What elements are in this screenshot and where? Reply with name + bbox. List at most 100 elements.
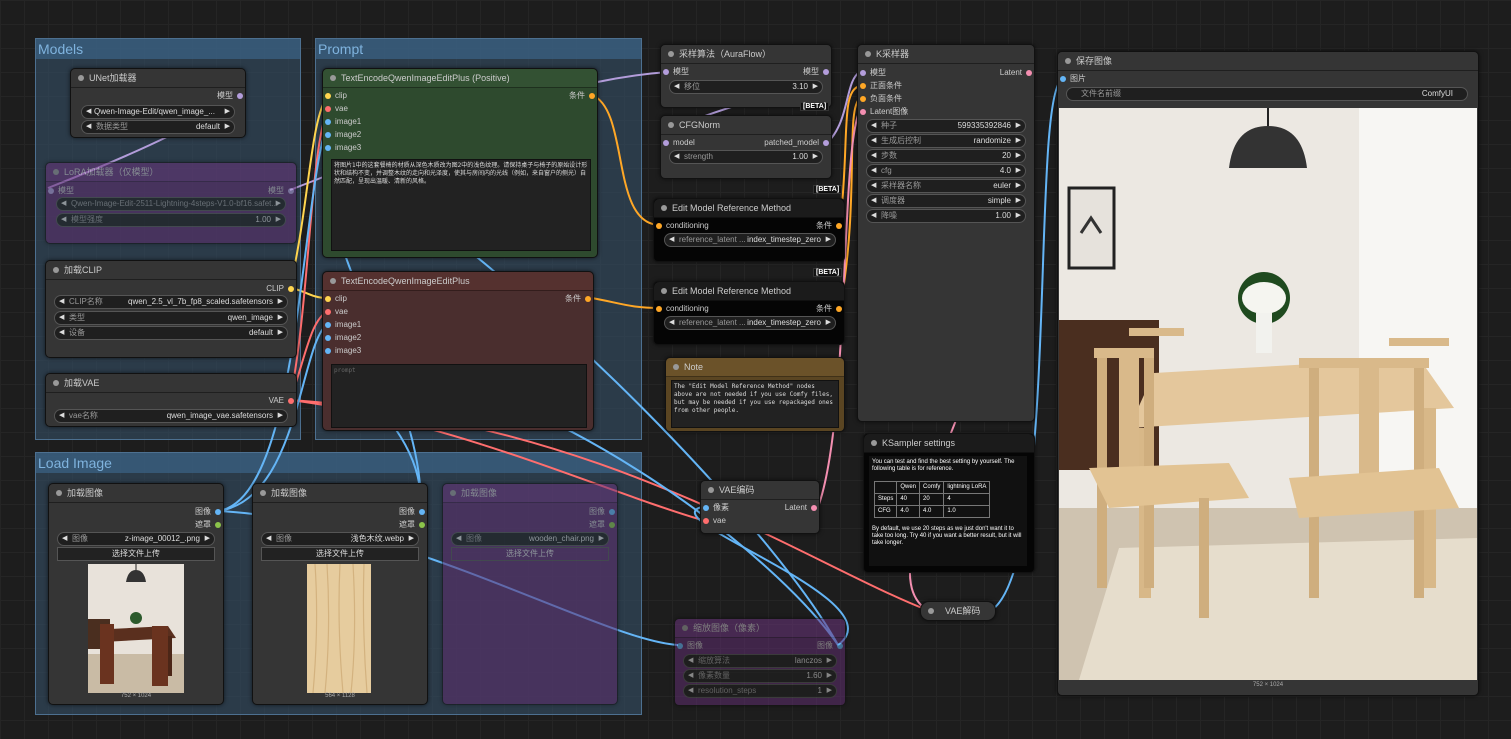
output-conditioning[interactable]: 条件 — [816, 303, 844, 315]
output-image[interactable]: 图像 — [589, 506, 617, 518]
node-ksampler-settings[interactable]: KSampler settings You can test and find … — [863, 433, 1035, 573]
widget-resolution-steps[interactable]: ◀ resolution_steps 1 ▶ — [683, 684, 837, 698]
output-mask[interactable]: 遮罩 — [195, 519, 223, 531]
node-vae-decode[interactable]: VAE解码 — [920, 601, 996, 621]
input-image3[interactable]: image3 — [323, 142, 361, 154]
input-image1[interactable]: image1 — [323, 116, 361, 128]
node-vae-encode[interactable]: VAE编码 像素 vae Latent — [700, 480, 820, 534]
port-label: image2 — [335, 333, 362, 342]
input-latent-image[interactable]: Latent图像 — [858, 106, 908, 118]
widget-clip-type[interactable]: ◀ 类型 qwen_image ▶ — [54, 311, 288, 325]
output-model[interactable]: 模型 — [268, 185, 296, 197]
output-clip[interactable]: CLIP — [266, 283, 296, 295]
widget-upscale-method[interactable]: ◀ 缩放算法 lanczos ▶ — [683, 654, 837, 668]
node-vae-loader[interactable]: 加载VAE VAE ◀ vae名称 qwen_image_vae.safetenso… — [45, 373, 297, 427]
widget-sampler-name[interactable]: ◀ 采样器名称 euler ▶ — [866, 179, 1026, 193]
node-text-encode-positive[interactable]: TextEncodeQwenImageEditPlus (Positive) c… — [322, 68, 598, 258]
upload-button[interactable]: 选择文件上传 — [261, 547, 419, 561]
input-vae[interactable]: vae — [323, 103, 348, 115]
widget-image-file[interactable]: ◀ 图像 wooden_chair.png ▶ — [451, 532, 609, 546]
input-clip[interactable]: clip — [323, 293, 347, 305]
input-model[interactable]: 模型 — [46, 185, 74, 197]
upload-button[interactable]: 选择文件上传 — [57, 547, 215, 561]
node-image-scale[interactable]: 缩放图像（像素） 图像 图像 ◀ 缩放算法 lanczos ▶ ◀ 像素数量 1.60 ▶ … — [674, 618, 846, 706]
node-unet-loader[interactable]: UNet加载器 模型 ◀ Qwen-Image-Edit/qwen_image_.… — [70, 68, 246, 138]
input-positive[interactable]: 正面条件 — [858, 80, 902, 92]
node-ksampler[interactable]: K采样器 模型 正面条件 负面条件 Latent图像 Latent ◀ 种子 599… — [857, 44, 1035, 422]
node-load-image-3[interactable]: 加载图像 图像 遮罩 ◀ 图像 wooden_chair.png ▶ 选择文件上传 — [442, 483, 618, 705]
output-vae[interactable]: VAE — [269, 395, 296, 407]
input-image3[interactable]: image3 — [323, 345, 361, 357]
widget-clip-name[interactable]: ◀ CLIP名称 qwen_2.5_vl_7b_fp8_scaled.safeten… — [54, 295, 288, 309]
node-edit-model-reference-2[interactable]: Edit Model Reference Method conditioning… — [653, 281, 845, 345]
widget-lora-strength[interactable]: ◀ 模型强度 1.00 ▶ — [56, 213, 286, 227]
widget-strength[interactable]: ◀ strength 1.00 ▶ — [669, 150, 823, 164]
widget-value[interactable]: ComfyUI — [1422, 88, 1453, 100]
port-dot — [48, 188, 54, 194]
input-vae[interactable]: vae — [701, 515, 726, 527]
widget-label: 步数 — [881, 151, 897, 160]
widget-image-file[interactable]: ◀ 图像 z-image_00012_.png ▶ — [57, 532, 215, 546]
positive-prompt-textarea[interactable]: 将图片1中的这套餐椅的材质从深色木质改为图2中的浅色纹理。请保持桌子与椅子的原始… — [331, 159, 591, 251]
widget-steps[interactable]: ◀ 步数 20 ▶ — [866, 149, 1026, 163]
widget-control-after-generate[interactable]: ◀ 生成后控制 randomize ▶ — [866, 134, 1026, 148]
widget-denoise[interactable]: ◀ 降噪 1.00 ▶ — [866, 209, 1026, 223]
node-lora-loader[interactable]: LoRA加载器（仅模型） 模型 模型 ◀ Qwen-Image-Edit-2511… — [45, 162, 297, 244]
input-image2[interactable]: image2 — [323, 332, 361, 344]
output-image[interactable]: 图像 — [817, 640, 845, 652]
input-conditioning[interactable]: conditioning — [654, 220, 709, 232]
widget-shift[interactable]: ◀ 移位 3.10 ▶ — [669, 80, 823, 94]
widget-vae-name[interactable]: ◀ vae名称 qwen_image_vae.safetensors ▶ — [54, 409, 288, 423]
widget-seed[interactable]: ◀ 种子 599335392846 ▶ — [866, 119, 1026, 133]
output-mask[interactable]: 遮罩 — [589, 519, 617, 531]
output-conditioning[interactable]: 条件 — [565, 293, 593, 305]
node-clip-loader[interactable]: 加载CLIP CLIP ◀ CLIP名称 qwen_2.5_vl_7b_fp8_sc… — [45, 260, 297, 358]
input-model[interactable]: 模型 — [661, 66, 689, 78]
input-pixels[interactable]: 像素 — [701, 502, 729, 514]
node-save-image[interactable]: 保存图像 图片 文件名前缀 ComfyUI 752 × 1024 — [1057, 51, 1479, 696]
node-model-sampling-auraflow[interactable]: 采样算法（AuraFlow） 模型 模型 ◀ 移位 3.10 ▶ — [660, 44, 832, 108]
node-edit-model-reference-1[interactable]: Edit Model Reference Method conditioning… — [653, 198, 845, 262]
input-vae[interactable]: vae — [323, 306, 348, 318]
widget-clip-device[interactable]: ◀ 设备 default ▶ — [54, 326, 288, 340]
output-image[interactable]: 图像 — [399, 506, 427, 518]
output-image[interactable]: 图像 — [195, 506, 223, 518]
node-note[interactable]: Note The "Edit Model Reference Method" n… — [665, 357, 845, 432]
node-cfgnorm[interactable]: CFGNorm model patched_model ◀ strength 1.0… — [660, 115, 832, 179]
widget-scheduler[interactable]: ◀ 调度器 simple ▶ — [866, 194, 1026, 208]
output-latent[interactable]: Latent — [1000, 67, 1034, 79]
output-mask[interactable]: 遮罩 — [399, 519, 427, 531]
widget-lora-name[interactable]: ◀ Qwen-Image-Edit-2511-Lightning-4steps-V… — [56, 197, 286, 211]
output-conditioning[interactable]: 条件 — [816, 220, 844, 232]
output-model[interactable]: 模型 — [217, 90, 245, 102]
input-model[interactable]: 模型 — [858, 67, 886, 79]
input-image1[interactable]: image1 — [323, 319, 361, 331]
node-load-image-1[interactable]: 加载图像 图像 遮罩 ◀ 图像 z-image_00012_.png ▶ 选择文件上传… — [48, 483, 224, 705]
negative-prompt-textarea[interactable]: prompt — [331, 364, 587, 428]
node-load-image-2[interactable]: 加载图像 图像 遮罩 ◀ 图像 浅色木纹.webp ▶ 选择文件上传 564 × 11… — [252, 483, 428, 705]
widget-cfg[interactable]: ◀ cfg 4.0 ▶ — [866, 164, 1026, 178]
note-text[interactable]: The "Edit Model Reference Method" nodes … — [671, 380, 839, 428]
node-text-encode-negative[interactable]: TextEncodeQwenImageEditPlus clip vae ima… — [322, 271, 594, 431]
input-image2[interactable]: image2 — [323, 129, 361, 141]
input-negative[interactable]: 负面条件 — [858, 93, 902, 105]
widget-image-file[interactable]: ◀ 图像 浅色木纹.webp ▶ — [261, 532, 419, 546]
widget-weight-dtype[interactable]: ◀ 数据类型 default ▶ — [81, 120, 235, 134]
output-conditioning[interactable]: 条件 — [569, 90, 597, 102]
widget-reference-latent-method[interactable]: ◀ reference_latent ... index_timestep_zero… — [664, 316, 836, 330]
widget-unet-name[interactable]: ◀ Qwen-Image-Edit/qwen_image_... ▶ — [81, 105, 235, 119]
input-clip[interactable]: clip — [323, 90, 347, 102]
widget-megapixels[interactable]: ◀ 像素数量 1.60 ▶ — [683, 669, 837, 683]
input-image[interactable]: 图像 — [675, 640, 703, 652]
input-conditioning[interactable]: conditioning — [654, 303, 709, 315]
input-model[interactable]: model — [661, 137, 695, 149]
widget-filename-prefix[interactable]: 文件名前缀 ComfyUI — [1066, 87, 1468, 101]
widget-label: 移位 — [684, 82, 700, 91]
widget-label: reference_latent ... — [679, 318, 746, 327]
upload-button[interactable]: 选择文件上传 — [451, 547, 609, 561]
input-images[interactable]: 图片 — [1058, 73, 1086, 85]
output-model[interactable]: 模型 — [803, 66, 831, 78]
output-patched-model[interactable]: patched_model — [764, 137, 831, 149]
widget-reference-latent-method[interactable]: ◀ reference_latent ... index_timestep_zero… — [664, 233, 836, 247]
output-latent[interactable]: Latent — [785, 502, 819, 514]
